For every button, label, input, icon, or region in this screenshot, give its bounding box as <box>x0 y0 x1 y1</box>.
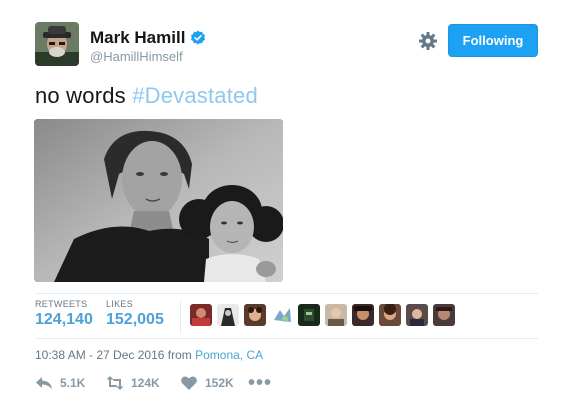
like-count: 152K <box>205 376 234 390</box>
liker-avatars <box>190 304 460 326</box>
retweets-label: RETWEETS <box>35 299 88 309</box>
gear-icon[interactable] <box>417 30 439 52</box>
liker-avatar[interactable] <box>379 304 401 326</box>
verified-badge-icon <box>191 30 206 45</box>
tweet-card: Mark Hamill @HamillHimself Following no … <box>0 0 573 406</box>
hashtag-link[interactable]: #Devastated <box>132 83 258 108</box>
retweet-button[interactable]: 124K <box>106 375 160 391</box>
likes-stat[interactable]: LIKES 152,005 <box>106 299 164 329</box>
reply-icon <box>36 377 52 389</box>
stats-divider <box>180 300 181 334</box>
retweets-value: 124,140 <box>35 311 93 328</box>
reply-count: 5.1K <box>60 376 86 390</box>
liker-avatar[interactable] <box>190 304 212 326</box>
liker-avatar[interactable] <box>271 304 293 326</box>
retweet-count: 124K <box>131 376 160 390</box>
following-button[interactable]: Following <box>448 24 538 57</box>
retweet-icon <box>106 376 124 390</box>
liker-avatar[interactable] <box>325 304 347 326</box>
divider-top <box>35 293 538 294</box>
liker-avatar[interactable] <box>352 304 374 326</box>
timestamp-text: 10:38 AM - 27 Dec 2016 from <box>35 348 192 362</box>
liker-avatar[interactable] <box>217 304 239 326</box>
tweet-text: no words #Devastated <box>35 83 258 109</box>
location-link[interactable]: Pomona, CA <box>195 348 263 362</box>
liker-avatar[interactable] <box>406 304 428 326</box>
more-options-button[interactable]: ••• <box>248 372 272 395</box>
author-name[interactable]: Mark Hamill <box>90 28 185 48</box>
tweet-timestamp: 10:38 AM - 27 Dec 2016 from Pomona, CA <box>35 348 263 362</box>
reply-button[interactable]: 5.1K <box>35 375 85 391</box>
liker-avatar[interactable] <box>433 304 455 326</box>
tweet-photo[interactable] <box>34 119 283 282</box>
retweets-stat[interactable]: RETWEETS 124,140 <box>35 299 93 329</box>
likes-label: LIKES <box>106 299 134 309</box>
tweet-body: no words <box>35 83 126 108</box>
author-handle[interactable]: @HamillHimself <box>90 49 183 64</box>
likes-value: 152,005 <box>106 311 164 328</box>
author-avatar[interactable] <box>35 22 79 66</box>
liker-avatar[interactable] <box>244 304 266 326</box>
like-button[interactable]: 152K <box>180 375 234 391</box>
author-name-row[interactable]: Mark Hamill <box>90 28 206 48</box>
liker-avatar[interactable] <box>298 304 320 326</box>
heart-icon <box>181 376 197 390</box>
divider-bottom <box>35 338 538 339</box>
